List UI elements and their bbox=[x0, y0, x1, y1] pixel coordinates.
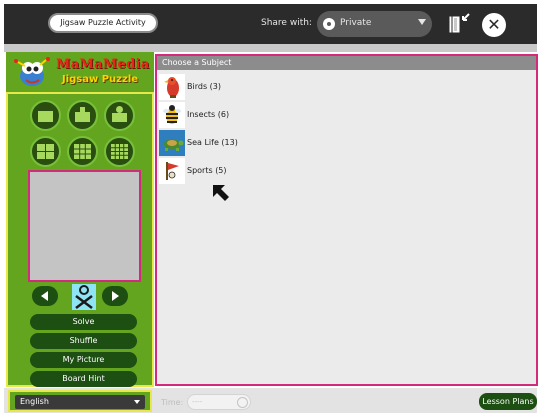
board-hint-button[interactable]: Board Hint bbox=[30, 371, 137, 387]
chevron-down-icon bbox=[418, 19, 426, 25]
next-button[interactable] bbox=[102, 286, 128, 306]
share-with-value: Private bbox=[340, 18, 372, 28]
grid-2x2-icon[interactable] bbox=[30, 136, 61, 167]
stop-button[interactable]: ✕ bbox=[482, 13, 506, 37]
grid-3x3-icon[interactable] bbox=[67, 136, 98, 167]
keep-journal-icon[interactable] bbox=[446, 12, 472, 36]
logo-title: MaMaMedia bbox=[56, 57, 150, 72]
lesson-plans-button[interactable]: Lesson Plans bbox=[479, 393, 537, 410]
clock-icon bbox=[237, 397, 248, 408]
flag-icon bbox=[159, 158, 185, 184]
language-dropdown[interactable]: English bbox=[15, 395, 145, 409]
subject-label: Insects (6) bbox=[187, 110, 230, 119]
grid-4x4-icon[interactable] bbox=[104, 136, 135, 167]
subject-label: Sea Life (13) bbox=[187, 138, 238, 147]
xo-person-icon bbox=[72, 284, 96, 310]
subject-item-insects[interactable]: Insects (6) bbox=[159, 102, 309, 128]
arrow-right-icon bbox=[112, 291, 119, 301]
logo-subtitle: Jigsaw Puzzle bbox=[62, 74, 139, 85]
private-icon bbox=[323, 18, 335, 30]
turtle-icon bbox=[159, 130, 185, 156]
language-value: English bbox=[20, 397, 49, 406]
bird-icon bbox=[159, 74, 185, 100]
share-with-dropdown[interactable]: Private bbox=[317, 11, 432, 37]
arrow-left-icon bbox=[41, 291, 48, 301]
puzzle-controls: Solve Shuffle My Picture Board Hint bbox=[6, 92, 154, 387]
my-picture-button[interactable]: My Picture bbox=[30, 352, 137, 368]
bug-mascot-icon bbox=[14, 57, 50, 86]
knob-top-piece-icon[interactable] bbox=[104, 100, 135, 131]
puzzle-preview-area bbox=[28, 170, 141, 282]
activity-name-field[interactable]: Jigsaw Puzzle Activity bbox=[48, 13, 158, 33]
subject-chooser-panel: Choose a Subject Birds (3) Insects (6) S… bbox=[155, 54, 538, 386]
previous-button[interactable] bbox=[32, 286, 58, 306]
subject-item-sports[interactable]: Sports (5) bbox=[159, 158, 309, 184]
bee-icon bbox=[159, 102, 185, 128]
tab-top-piece-icon[interactable] bbox=[67, 100, 98, 131]
mouse-pointer-icon bbox=[211, 183, 231, 206]
toolbar-separator bbox=[4, 44, 537, 52]
subject-item-birds[interactable]: Birds (3) bbox=[159, 74, 309, 100]
subject-label: Birds (3) bbox=[187, 82, 221, 91]
top-toolbar: Jigsaw Puzzle Activity Share with: Priva… bbox=[4, 4, 537, 44]
subject-label: Sports (5) bbox=[187, 166, 227, 175]
share-with-label: Share with: bbox=[261, 18, 312, 28]
subject-header: Choose a Subject bbox=[157, 56, 536, 70]
language-panel: English bbox=[8, 390, 152, 412]
subject-item-sea-life[interactable]: Sea Life (13) bbox=[159, 130, 309, 156]
solve-button[interactable]: Solve bbox=[30, 314, 137, 330]
chevron-down-icon bbox=[134, 400, 140, 404]
left-panel: MaMaMedia Jigsaw Puzzle Solve Shuffle My… bbox=[6, 52, 154, 387]
mamamedia-logo: MaMaMedia Jigsaw Puzzle bbox=[10, 54, 150, 90]
time-label: Time: bbox=[161, 398, 184, 407]
square-piece-icon[interactable] bbox=[30, 100, 61, 131]
shuffle-button[interactable]: Shuffle bbox=[30, 333, 137, 349]
